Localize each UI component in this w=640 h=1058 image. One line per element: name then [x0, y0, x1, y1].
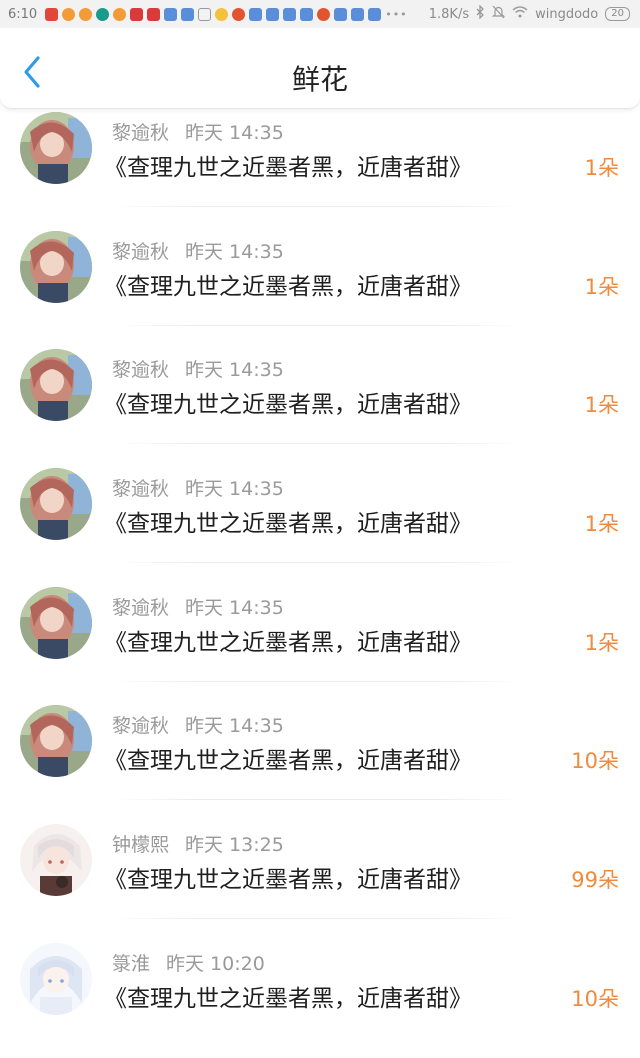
sender-name: 黎逾秋 — [112, 715, 170, 738]
list-item[interactable]: 黎逾秋 昨天 14:35 《查理九世之近墨者黑，近唐者甜》 1朵 — [0, 227, 640, 346]
list-item[interactable]: 箓淮 昨天 10:20 《查理九世之近墨者黑，近唐者甜》 10朵 — [0, 939, 640, 1058]
app-notification-icon — [249, 7, 263, 21]
item-message: 《查理九世之近墨者黑，近唐者甜》 — [104, 867, 472, 894]
divider — [112, 206, 522, 207]
divider — [112, 562, 522, 564]
item-message: 《查理九世之近墨者黑，近唐者甜》 — [104, 629, 472, 656]
avatar[interactable] — [20, 468, 92, 541]
sender-name: 黎逾秋 — [112, 122, 170, 144]
flower-count: 10朵 — [571, 749, 619, 774]
sender-name: 黎逾秋 — [112, 240, 170, 263]
avatar[interactable] — [20, 230, 92, 303]
flower-count: 1朵 — [584, 512, 619, 537]
app-notification-icon — [232, 7, 246, 21]
calendar-icon — [198, 7, 212, 21]
avatar[interactable] — [20, 942, 92, 1015]
list-item[interactable]: 钟檬熙 昨天 13:25 《查理九世之近墨者黑，近唐者甜》 99朵 — [0, 820, 640, 939]
item-meta: 黎逾秋 昨天 14:35 — [112, 118, 284, 145]
item-message: 《查理九世之近墨者黑，近唐者甜》 — [104, 985, 472, 1012]
item-message: 《查理九世之近墨者黑，近唐者甜》 — [104, 273, 472, 300]
more-dots-icon: ••• — [385, 7, 408, 21]
app-notification-icon — [266, 7, 280, 21]
flower-count: 1朵 — [584, 393, 619, 418]
app-notification-icon — [317, 7, 331, 21]
list-item[interactable]: 黎逾秋 昨天 14:35 《查理九世之近墨者黑，近唐者甜》 1朵 — [0, 583, 640, 702]
list-item[interactable]: 黎逾秋 昨天 14:35 《查理九世之近墨者黑，近唐者甜》 1朵 — [0, 108, 640, 227]
wifi-icon — [512, 6, 528, 22]
app-notification-icon — [368, 7, 382, 21]
app-notification-icon — [96, 7, 110, 21]
sender-name: 黎逾秋 — [112, 478, 170, 501]
flower-list: 黎逾秋 昨天 14:35 《查理九世之近墨者黑，近唐者甜》 1朵 黎逾秋 昨天 14… — [0, 108, 640, 1058]
item-time: 昨天 14:35 — [185, 122, 284, 144]
item-meta: 箓淮 昨天 10:20 — [112, 949, 265, 976]
wifi-name: wingdodo — [535, 6, 599, 22]
sender-name: 黎逾秋 — [112, 359, 170, 382]
bluetooth-icon — [476, 4, 485, 23]
app-notification-icon — [113, 7, 127, 21]
weather-icon — [215, 7, 229, 21]
flower-count: 10朵 — [571, 986, 619, 1011]
divider — [112, 799, 522, 801]
item-meta: 黎逾秋 昨天 14:35 — [112, 355, 284, 382]
item-message: 《查理九世之近墨者黑，近唐者甜》 — [104, 392, 472, 419]
item-meta: 钟檬熙 昨天 13:25 — [112, 830, 284, 857]
divider — [112, 918, 522, 920]
flower-count: 1朵 — [584, 630, 619, 655]
avatar[interactable] — [20, 824, 92, 897]
avatar[interactable] — [20, 705, 92, 778]
item-message: 《查理九世之近墨者黑，近唐者甜》 — [104, 511, 472, 538]
list-item[interactable]: 黎逾秋 昨天 14:35 《查理九世之近墨者黑，近唐者甜》 1朵 — [0, 464, 640, 583]
flower-count: 1朵 — [584, 156, 619, 180]
item-time: 昨天 14:35 — [185, 715, 284, 738]
app-notification-icon — [130, 7, 144, 21]
item-time: 昨天 10:20 — [166, 952, 265, 975]
avatar[interactable] — [20, 586, 92, 659]
header-bar: 鲜花 — [0, 28, 640, 109]
item-time: 昨天 13:25 — [185, 834, 284, 857]
page-title: 鲜花 — [291, 63, 348, 96]
battery-icon: 20 — [605, 7, 630, 21]
flower-count: 99朵 — [571, 868, 619, 893]
item-meta: 黎逾秋 昨天 14:35 — [112, 237, 284, 264]
avatar[interactable] — [20, 112, 92, 184]
app-notification-icon — [62, 7, 76, 21]
app-notification-icon — [283, 7, 297, 21]
app-notification-icon — [79, 7, 93, 21]
item-message: 《查理九世之近墨者黑，近唐者甜》 — [104, 155, 472, 181]
sender-name: 黎逾秋 — [112, 596, 170, 619]
notification-icons: ••• — [45, 7, 408, 21]
list-item[interactable]: 黎逾秋 昨天 14:35 《查理九世之近墨者黑，近唐者甜》 1朵 — [0, 345, 640, 464]
item-time: 昨天 14:35 — [185, 596, 284, 619]
divider — [112, 324, 522, 326]
item-meta: 黎逾秋 昨天 14:35 — [112, 593, 284, 620]
item-message: 《查理九世之近墨者黑，近唐者甜》 — [104, 748, 472, 775]
avatar[interactable] — [20, 349, 92, 422]
list-item[interactable]: 黎逾秋 昨天 14:35 《查理九世之近墨者黑，近唐者甜》 10朵 — [0, 701, 640, 820]
sender-name: 箓淮 — [112, 952, 151, 975]
item-time: 昨天 14:35 — [185, 359, 284, 382]
divider — [112, 443, 522, 445]
app-notification-icon — [334, 7, 348, 21]
app-notification-icon — [181, 7, 195, 21]
item-meta: 黎逾秋 昨天 14:35 — [112, 711, 284, 738]
divider — [112, 680, 522, 682]
flower-count: 1朵 — [584, 274, 619, 299]
item-time: 昨天 14:35 — [185, 478, 284, 501]
mute-bell-icon — [491, 5, 506, 23]
app-notification-icon — [45, 7, 59, 21]
sender-name: 钟檬熙 — [112, 834, 170, 857]
item-time: 昨天 14:35 — [185, 240, 284, 263]
status-time: 6:10 — [8, 6, 38, 22]
net-speed: 1.8K/s — [428, 6, 470, 22]
app-notification-icon — [164, 7, 178, 21]
app-notification-icon — [351, 7, 365, 21]
app-notification-icon — [300, 7, 314, 21]
status-bar: 6:10 ••• 1.8K/s wingdodo 20 — [0, 0, 640, 28]
item-meta: 黎逾秋 昨天 14:35 — [112, 474, 284, 501]
app-notification-icon — [147, 7, 161, 21]
